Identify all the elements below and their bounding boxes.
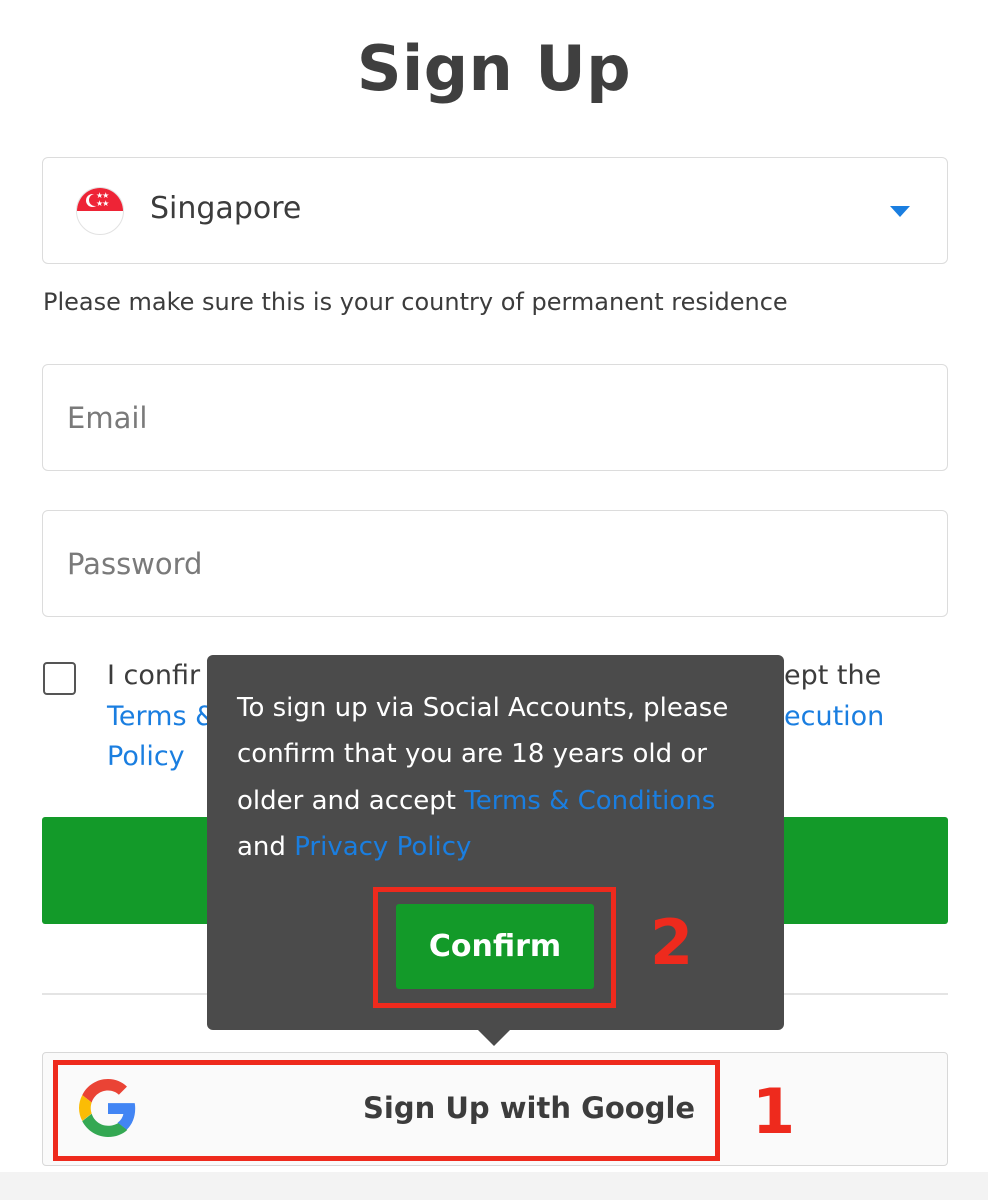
step-1-annotation: 1 [752,1075,796,1148]
tooltip-text-line3: older and accept Terms & Conditions [237,786,715,816]
singapore-flag-icon: ★★ ★★ [76,187,124,235]
tooltip-text-line1: To sign up via Social Accounts, please [237,693,729,723]
password-field-wrapper [42,510,948,617]
tooltip-line4-prefix: and [237,832,295,862]
terms-checkbox[interactable] [43,662,76,695]
policy-link[interactable]: Policy [107,741,185,772]
terms-link[interactable]: Terms & [107,701,216,732]
tooltip-text-line2: confirm that you are 18 years old or [237,739,707,769]
execution-policy-link[interactable]: ecution [784,701,884,732]
privacy-policy-link[interactable]: Privacy Policy [294,832,471,862]
bottom-band [0,1172,988,1200]
chevron-down-icon[interactable] [890,206,910,217]
selected-country: Singapore [150,191,302,226]
tooltip-arrow [478,1030,510,1046]
step-2-annotation: 2 [650,906,694,979]
country-select[interactable]: ★★ ★★ Singapore [42,157,948,264]
confirm-highlight-box [373,887,616,1008]
google-highlight-box [53,1060,720,1161]
terms-text-line1-start: I confir [107,660,201,691]
email-field-wrapper [42,364,948,471]
signup-page: Sign Up ★★ ★★ Singapore Please make sure … [0,0,988,1200]
page-title: Sign Up [356,32,632,105]
password-field[interactable] [43,511,947,616]
terms-text-line1-end: ept the [784,660,882,691]
email-field[interactable] [43,365,947,470]
tooltip-line3-prefix: older and accept [237,786,465,816]
tooltip-text-line4: and Privacy Policy [237,832,471,862]
terms-conditions-link[interactable]: Terms & Conditions [464,786,715,816]
country-hint: Please make sure this is your country of… [43,288,788,316]
